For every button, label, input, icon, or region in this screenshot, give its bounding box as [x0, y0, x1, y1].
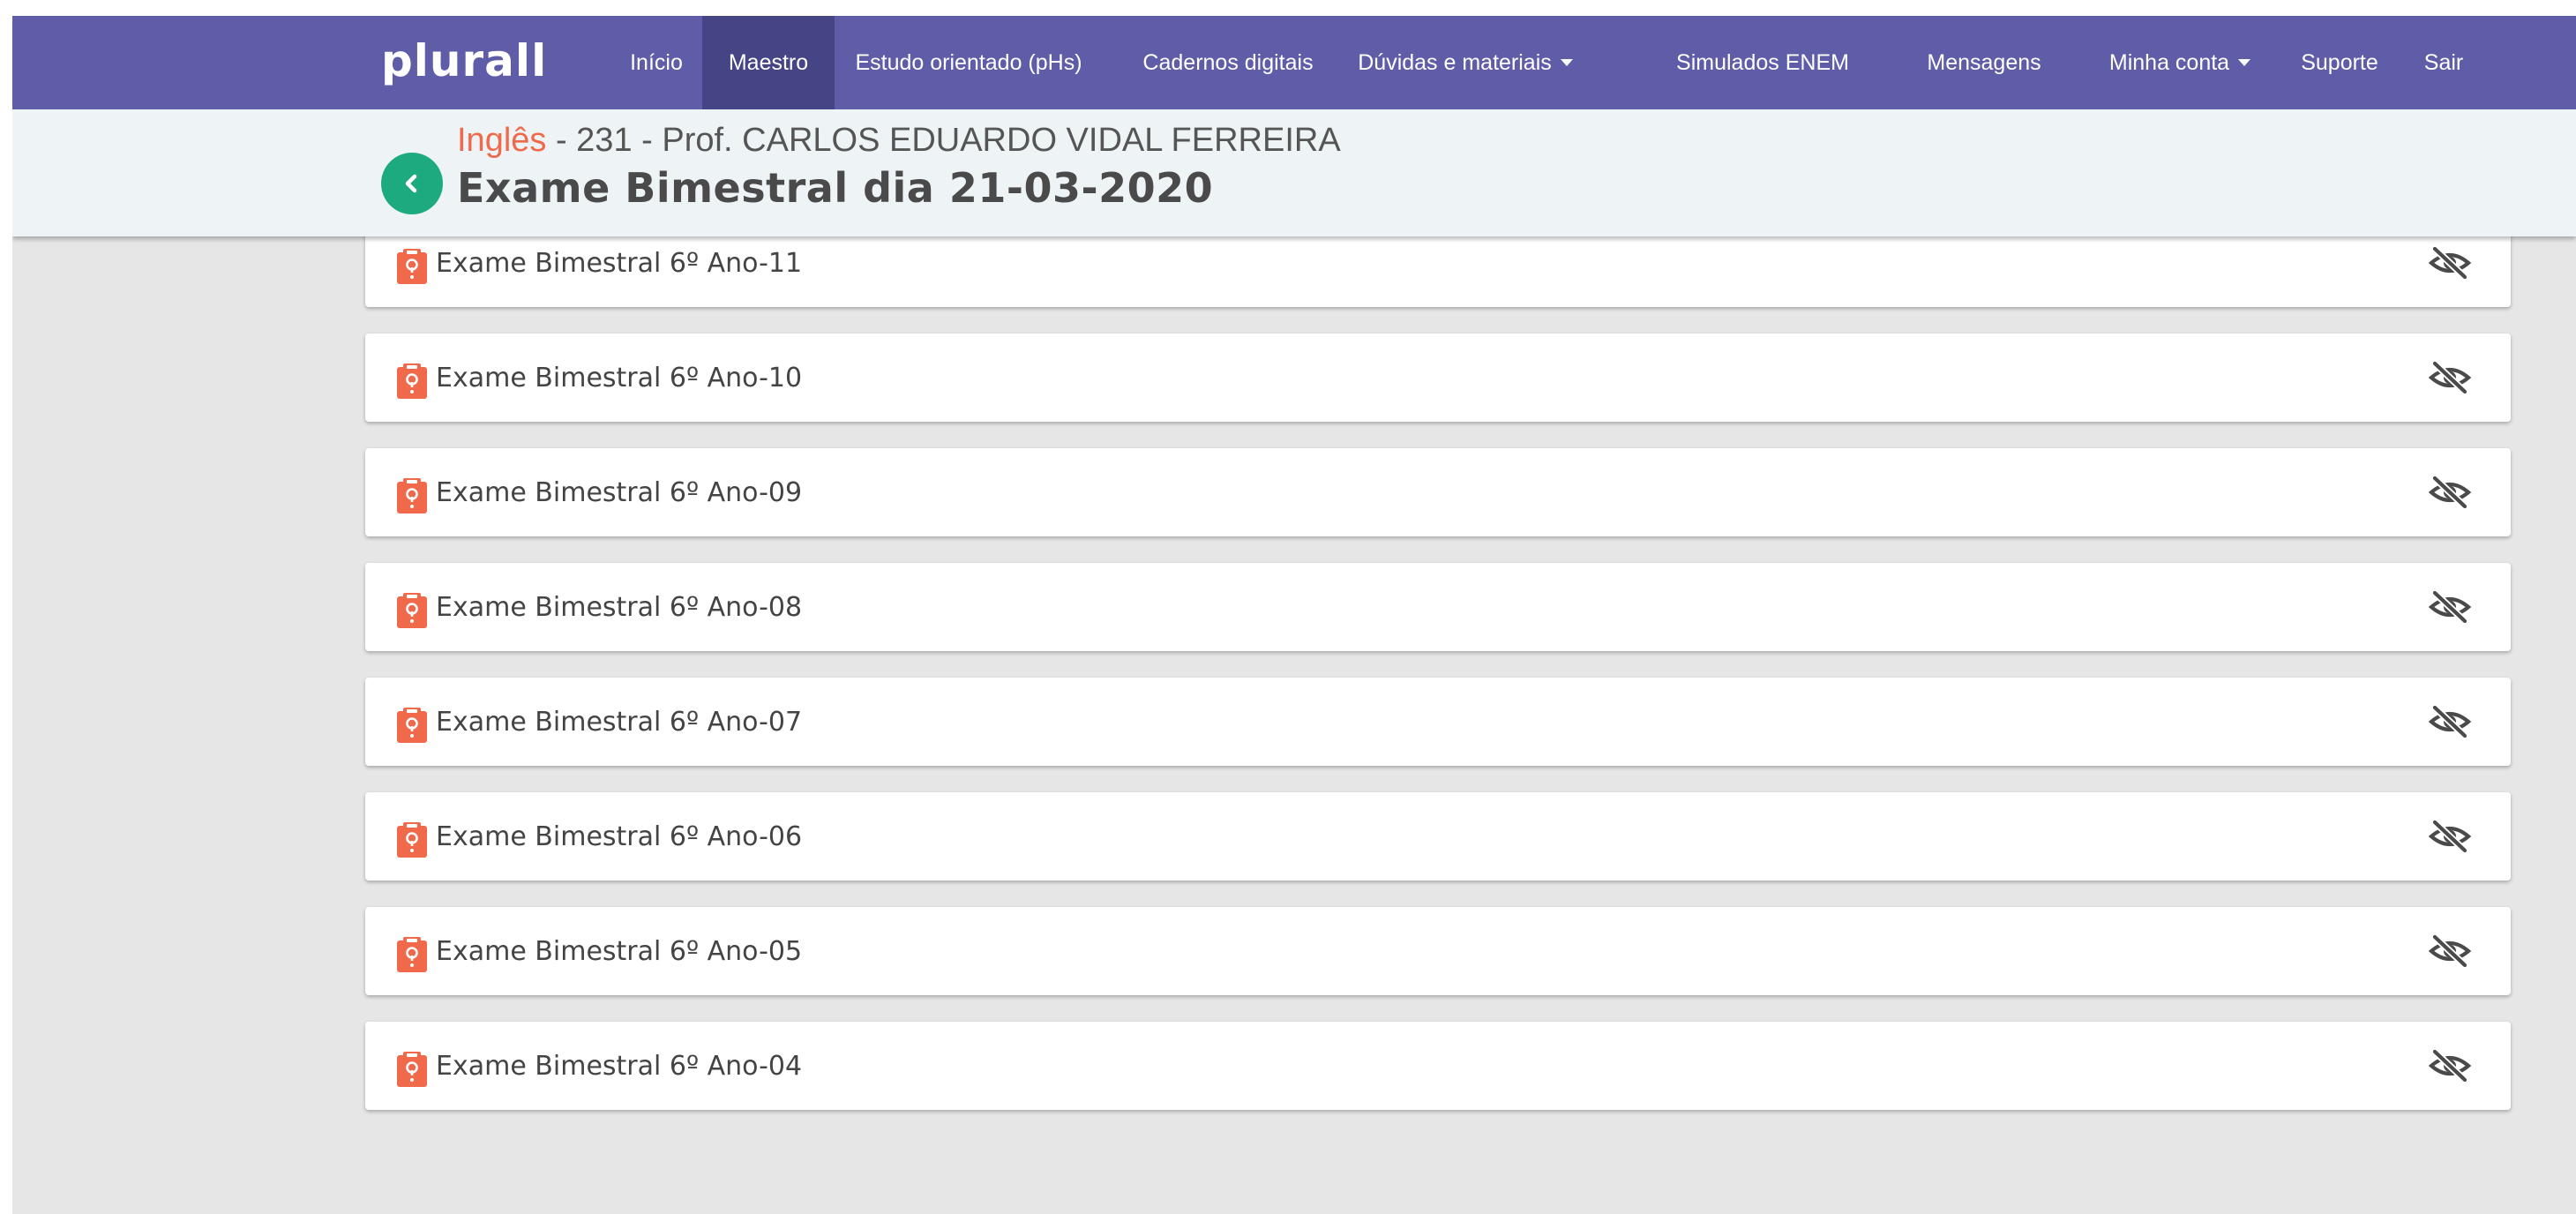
nav-item-mensagens[interactable]: Mensagens: [1923, 16, 2045, 109]
exam-document-icon: [397, 937, 427, 972]
nav-item-label: Mensagens: [1927, 49, 2041, 75]
exam-title: Exame Bimestral 6º Ano-04: [436, 1050, 803, 1082]
exam-card[interactable]: Exame Bimestral 6º Ano-10: [365, 333, 2511, 422]
exam-card[interactable]: Exame Bimestral 6º Ano-08: [365, 563, 2511, 651]
nav-item-minha-conta[interactable]: Minha conta: [2082, 16, 2278, 109]
course-header: Inglês - 231 - Prof. CARLOS EDUARDO VIDA…: [12, 109, 2576, 236]
nav-item-label: Dúvidas e materiais: [1358, 49, 1552, 75]
exam-title: Exame Bimestral 6º Ano-05: [436, 935, 803, 967]
nav-item-label: Cadernos digitais: [1142, 49, 1314, 75]
exam-card[interactable]: Exame Bimestral 6º Ano-06: [365, 792, 2511, 881]
exam-title: Exame Bimestral 6º Ano-07: [436, 706, 803, 738]
exam-document-icon: [397, 708, 427, 743]
eye-slash-icon[interactable]: [2428, 704, 2472, 739]
eye-slash-icon[interactable]: [2428, 475, 2472, 510]
nav-item-label: Sair: [2423, 49, 2464, 75]
caret-down-icon: [1560, 59, 1573, 66]
exam-card[interactable]: Exame Bimestral 6º Ano-09: [365, 448, 2511, 536]
eye-slash-icon[interactable]: [2428, 1048, 2472, 1083]
exam-title: Exame Bimestral 6º Ano-10: [436, 362, 803, 393]
eye-slash-icon[interactable]: [2428, 819, 2472, 854]
nav-item-cadernos-digitais[interactable]: Cadernos digitais: [1142, 16, 1313, 109]
nav-item-maestro[interactable]: Maestro: [702, 16, 835, 109]
course-breadcrumb: Inglês - 231 - Prof. CARLOS EDUARDO VIDA…: [457, 122, 1341, 160]
nav-item-label: Minha conta: [2108, 49, 2230, 75]
nav-item-simulados-enem[interactable]: Simulados ENEM: [1676, 16, 1849, 109]
subject-name[interactable]: Inglês: [457, 122, 546, 159]
eye-slash-icon[interactable]: [2428, 933, 2472, 969]
exam-card[interactable]: Exame Bimestral 6º Ano-04: [365, 1022, 2511, 1110]
plurall-logo[interactable]: plurall: [381, 30, 547, 92]
eye-slash-icon[interactable]: [2428, 589, 2472, 625]
exam-card[interactable]: Exame Bimestral 6º Ano-05: [365, 907, 2511, 995]
nav-item-inicio[interactable]: Início: [616, 16, 697, 109]
exam-document-icon: [397, 822, 427, 858]
eye-slash-icon[interactable]: [2428, 245, 2472, 281]
course-info: - 231 - Prof. CARLOS EDUARDO VIDAL FERRE…: [546, 122, 1341, 159]
exam-document-icon: [397, 249, 427, 284]
exam-document-icon: [397, 1052, 427, 1087]
caret-down-icon: [2238, 59, 2251, 66]
exam-document-icon: [397, 363, 427, 399]
exam-title: Exame Bimestral 6º Ano-09: [436, 476, 803, 508]
nav-item-duvidas-e-materiais[interactable]: Dúvidas e materiais: [1325, 16, 1606, 109]
exam-document-icon: [397, 593, 427, 628]
nav-item-estudo-orientado-phs[interactable]: Estudo orientado (pHs): [855, 16, 1082, 109]
nav-item-sair[interactable]: Sair: [2412, 16, 2475, 109]
exam-title: Exame Bimestral 6º Ano-08: [436, 591, 803, 623]
nav-item-label: Estudo orientado (pHs): [855, 49, 1082, 75]
back-button[interactable]: [381, 153, 443, 214]
page-frame: plurall Início Maestro Estudo orientado (p…: [12, 16, 2576, 1214]
eye-slash-icon[interactable]: [2428, 360, 2472, 395]
nav-item-label: Início: [630, 49, 683, 75]
exam-title: Exame Bimestral 6º Ano-06: [436, 821, 803, 852]
page-title: Exame Bimestral dia 21-03-2020: [457, 164, 1214, 212]
nav-item-label: Maestro: [728, 49, 809, 75]
nav-item-label: Suporte: [2301, 49, 2378, 75]
top-navbar: plurall Início Maestro Estudo orientado (p…: [12, 16, 2576, 109]
nav-item-suporte[interactable]: Suporte: [2290, 16, 2389, 109]
chevron-left-icon: [405, 174, 417, 193]
nav-item-label: Simulados ENEM: [1676, 49, 1849, 75]
exam-card[interactable]: Exame Bimestral 6º Ano-07: [365, 678, 2511, 766]
exam-document-icon: [397, 478, 427, 513]
